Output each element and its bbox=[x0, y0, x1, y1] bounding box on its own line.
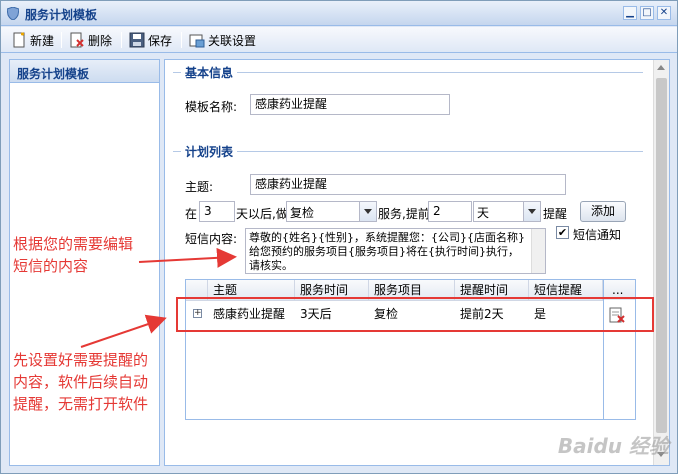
chevron-down-icon[interactable] bbox=[359, 202, 376, 221]
remind-unit-value: 天 bbox=[477, 206, 490, 220]
row-highlight-box bbox=[176, 297, 654, 332]
annotation-line: 根据您的需要编辑 bbox=[13, 235, 134, 253]
scrollbar-thumb[interactable] bbox=[656, 78, 667, 433]
new-label: 新建 bbox=[30, 33, 55, 48]
title-bar: 服务计划模板 ▁ □ ✕ bbox=[1, 1, 677, 26]
textarea-scrollbar[interactable] bbox=[531, 229, 545, 273]
remind-label: 提醒 bbox=[543, 207, 568, 221]
subject-input[interactable]: 感康药业提醒 bbox=[250, 174, 566, 195]
shield-icon bbox=[7, 7, 19, 20]
window-title: 服务计划模板 bbox=[25, 8, 98, 22]
save-label: 保存 bbox=[148, 33, 173, 48]
remind-days-input[interactable]: 2 bbox=[428, 201, 472, 222]
template-detail-panel: 基本信息 模板名称: 感康药业提醒 计划列表 主题: 感康药业提醒 在 3 天以… bbox=[164, 59, 670, 466]
toolbar-separator bbox=[61, 32, 62, 48]
template-name-input[interactable]: 感康药业提醒 bbox=[250, 94, 450, 115]
chevron-down-icon[interactable] bbox=[523, 202, 540, 221]
delete-document-icon bbox=[70, 32, 84, 48]
service-combo[interactable]: 复检 bbox=[286, 201, 377, 222]
new-button[interactable]: 新建 bbox=[11, 30, 54, 50]
days-input[interactable]: 3 bbox=[199, 201, 235, 222]
save-button[interactable]: 保存 bbox=[129, 30, 172, 50]
annotation-line: 短信的内容 bbox=[13, 257, 89, 275]
minimize-button[interactable]: ▁ bbox=[623, 6, 637, 20]
sms-content-text: 尊敬的{姓名}{性别}，系统提醒您：{公司}{店面名称}给您预约的服务项目{服务… bbox=[249, 231, 525, 272]
annotation-line: 提醒，无需打开软件 bbox=[13, 395, 149, 413]
in-label: 在 bbox=[185, 207, 198, 221]
remind-unit-combo[interactable]: 天 bbox=[473, 201, 541, 222]
template-name-label: 模板名称: bbox=[185, 100, 238, 114]
new-document-icon bbox=[13, 32, 25, 48]
link-settings-button[interactable]: 关联设置 bbox=[189, 30, 256, 50]
save-disk-icon bbox=[129, 32, 145, 48]
close-button[interactable]: ✕ bbox=[657, 6, 671, 20]
annotation-note-2: 先设置好需要提醒的 内容，软件后续自动 提醒，无需打开软件 bbox=[13, 349, 148, 415]
link-settings-label: 关联设置 bbox=[208, 33, 257, 48]
annotation-line: 内容，软件后续自动 bbox=[13, 373, 149, 391]
sms-notify-label: 短信通知 bbox=[573, 228, 622, 242]
template-list-title: 服务计划模板 bbox=[10, 60, 159, 83]
vertical-scrollbar[interactable] bbox=[653, 60, 669, 465]
link-settings-icon bbox=[189, 34, 205, 48]
add-button[interactable]: 添加 bbox=[580, 201, 626, 222]
after-days-label: 天以后,做 bbox=[236, 207, 286, 221]
delete-label: 删除 bbox=[88, 33, 113, 48]
watermark: Baidu 经验 bbox=[557, 434, 669, 458]
subject-label: 主题: bbox=[185, 180, 214, 194]
maximize-button[interactable]: □ bbox=[640, 6, 654, 20]
scroll-up-icon[interactable] bbox=[657, 65, 665, 70]
sms-content-textarea[interactable]: 尊敬的{姓名}{性别}，系统提醒您：{公司}{店面名称}给您预约的服务项目{服务… bbox=[245, 228, 546, 274]
delete-button[interactable]: 删除 bbox=[69, 30, 112, 50]
toolbar-separator bbox=[121, 32, 122, 48]
service-combo-value: 复检 bbox=[290, 206, 315, 220]
service-plan-template-window: 服务计划模板 ▁ □ ✕ 新建 删除 保存 关联设置 服务计划模板 基本信息 模… bbox=[0, 0, 678, 474]
sms-content-label: 短信内容: bbox=[185, 232, 238, 246]
toolbar-separator bbox=[181, 32, 182, 48]
service-remind-label: 服务,提前 bbox=[378, 207, 428, 221]
annotation-note-1: 根据您的需要编辑 短信的内容 bbox=[13, 233, 133, 277]
sms-notify-checkbox[interactable]: ✔ bbox=[556, 226, 569, 239]
toolbar: 新建 删除 保存 关联设置 bbox=[1, 27, 677, 53]
annotation-line: 先设置好需要提醒的 bbox=[13, 351, 149, 369]
basic-info-legend: 基本信息 bbox=[181, 64, 238, 81]
plan-list-legend: 计划列表 bbox=[181, 143, 238, 160]
